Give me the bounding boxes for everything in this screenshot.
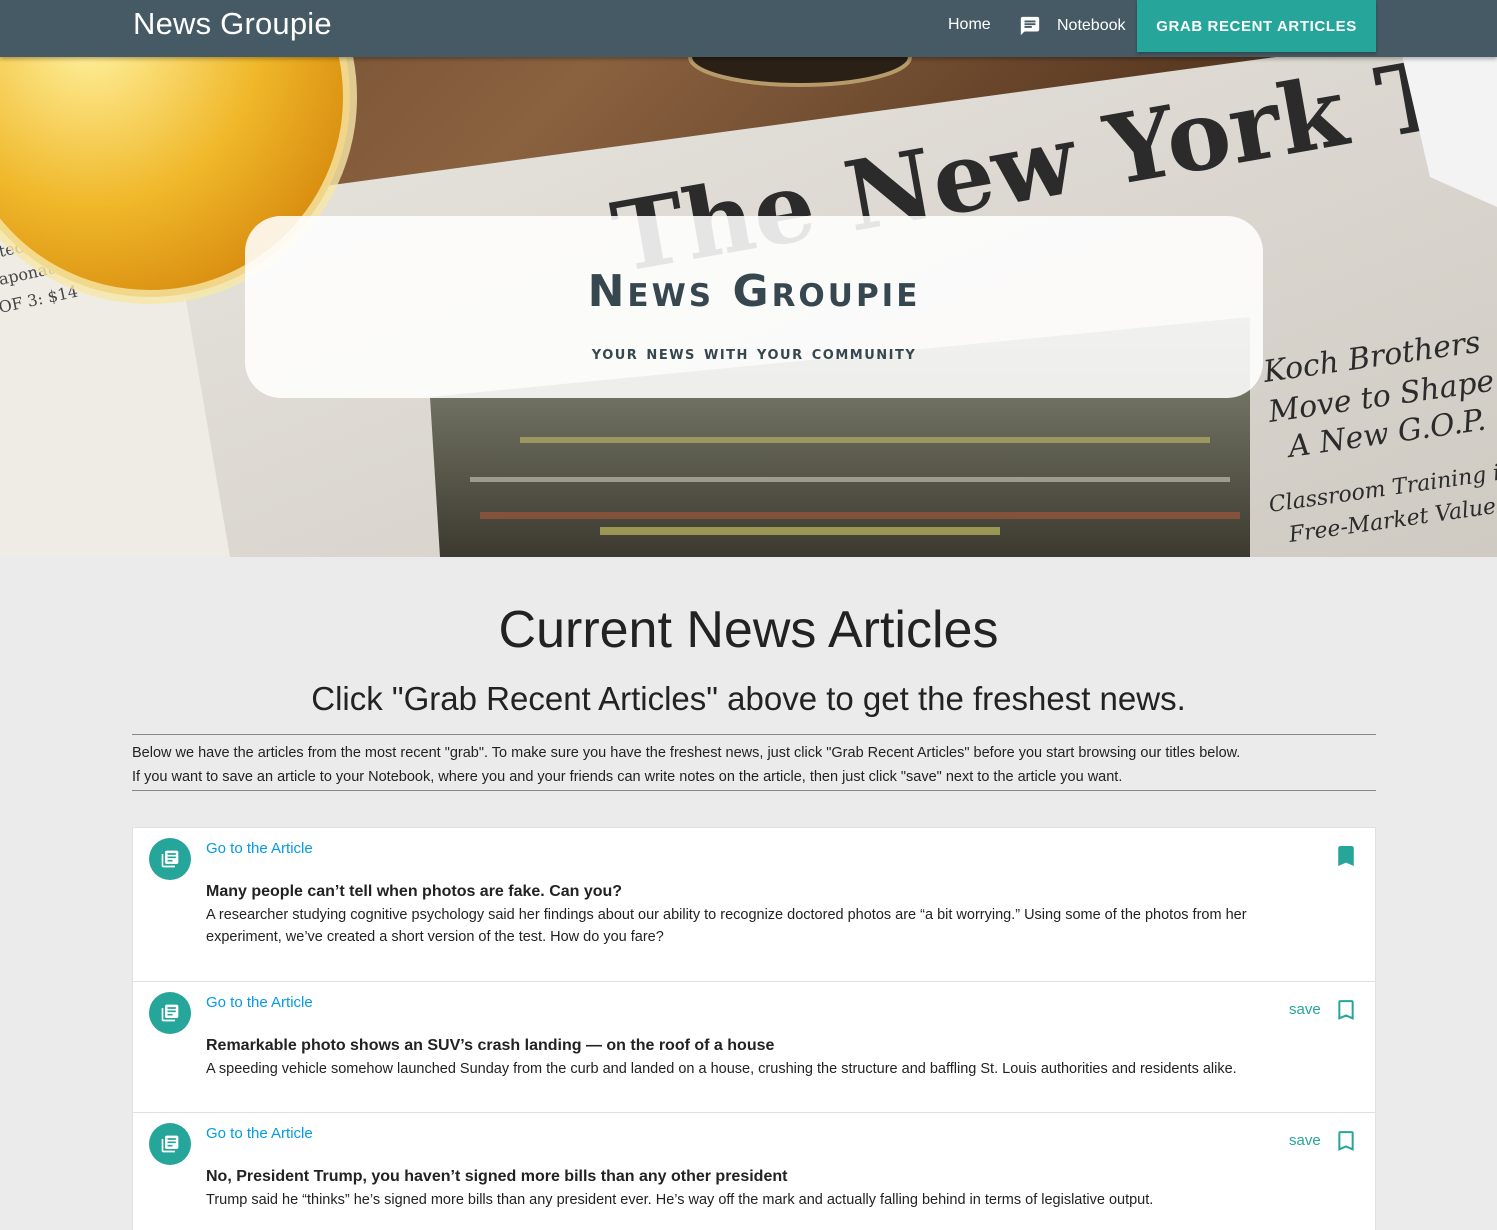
article-list: Go to the Article Many people can’t tell… bbox=[132, 827, 1376, 1230]
article-icon bbox=[149, 838, 191, 880]
go-to-article-link[interactable]: Go to the Article bbox=[206, 994, 313, 1011]
top-navbar: News Groupie Home Notebook Grab Recent A… bbox=[0, 0, 1497, 57]
article-headline: Many people can’t tell when photos are f… bbox=[206, 883, 623, 900]
bookmark-outline-icon[interactable] bbox=[1337, 1131, 1355, 1156]
brand-logo[interactable]: News Groupie bbox=[133, 6, 332, 42]
bookmark-outline-icon[interactable] bbox=[1337, 1000, 1355, 1025]
hero-card: News Groupie your news with your communi… bbox=[245, 216, 1263, 398]
article-item: Go to the Article No, President Trump, y… bbox=[133, 1113, 1375, 1230]
save-article-button[interactable]: save bbox=[1289, 1001, 1321, 1018]
article-item: Go to the Article Many people can’t tell… bbox=[133, 828, 1375, 982]
grab-recent-articles-button[interactable]: Grab Recent Articles bbox=[1137, 0, 1376, 52]
info-text-line-2: If you want to save an article to your N… bbox=[132, 769, 1123, 785]
info-panel: Below we have the articles from the most… bbox=[132, 734, 1376, 791]
article-icon bbox=[149, 992, 191, 1034]
article-headline: Remarkable photo shows an SUV’s crash la… bbox=[206, 1037, 775, 1054]
go-to-article-link[interactable]: Go to the Article bbox=[206, 1125, 313, 1142]
hero-banner: The New York Times Koch Brothers Move to… bbox=[0, 57, 1497, 557]
go-to-article-link[interactable]: Go to the Article bbox=[206, 840, 313, 857]
save-article-button[interactable]: save bbox=[1289, 1132, 1321, 1149]
article-summary: A researcher studying cognitive psycholo… bbox=[206, 907, 1247, 945]
hero-title: News Groupie bbox=[587, 266, 921, 317]
info-text-line-1: Below we have the articles from the most… bbox=[132, 745, 1241, 761]
article-summary: A speeding vehicle somehow launched Sund… bbox=[206, 1061, 1237, 1077]
bookmark-filled-icon[interactable] bbox=[1337, 846, 1355, 871]
page-title: Current News Articles bbox=[498, 601, 999, 659]
article-summary: Trump said he “thinks” he’s signed more … bbox=[206, 1192, 1154, 1208]
page-subtitle: Click "Grab Recent Articles" above to ge… bbox=[311, 680, 1186, 717]
article-icon bbox=[149, 1123, 191, 1165]
nav-notebook-label: Notebook bbox=[1057, 17, 1126, 34]
article-item: Go to the Article Remarkable photo shows… bbox=[133, 982, 1375, 1113]
comment-icon bbox=[1019, 15, 1041, 37]
nav-notebook-link[interactable]: Notebook bbox=[1019, 13, 1126, 39]
hero-subtitle: your news with your community bbox=[591, 342, 917, 364]
nav-home-link[interactable]: Home bbox=[948, 16, 991, 34]
article-headline: No, President Trump, you haven’t signed … bbox=[206, 1168, 788, 1185]
